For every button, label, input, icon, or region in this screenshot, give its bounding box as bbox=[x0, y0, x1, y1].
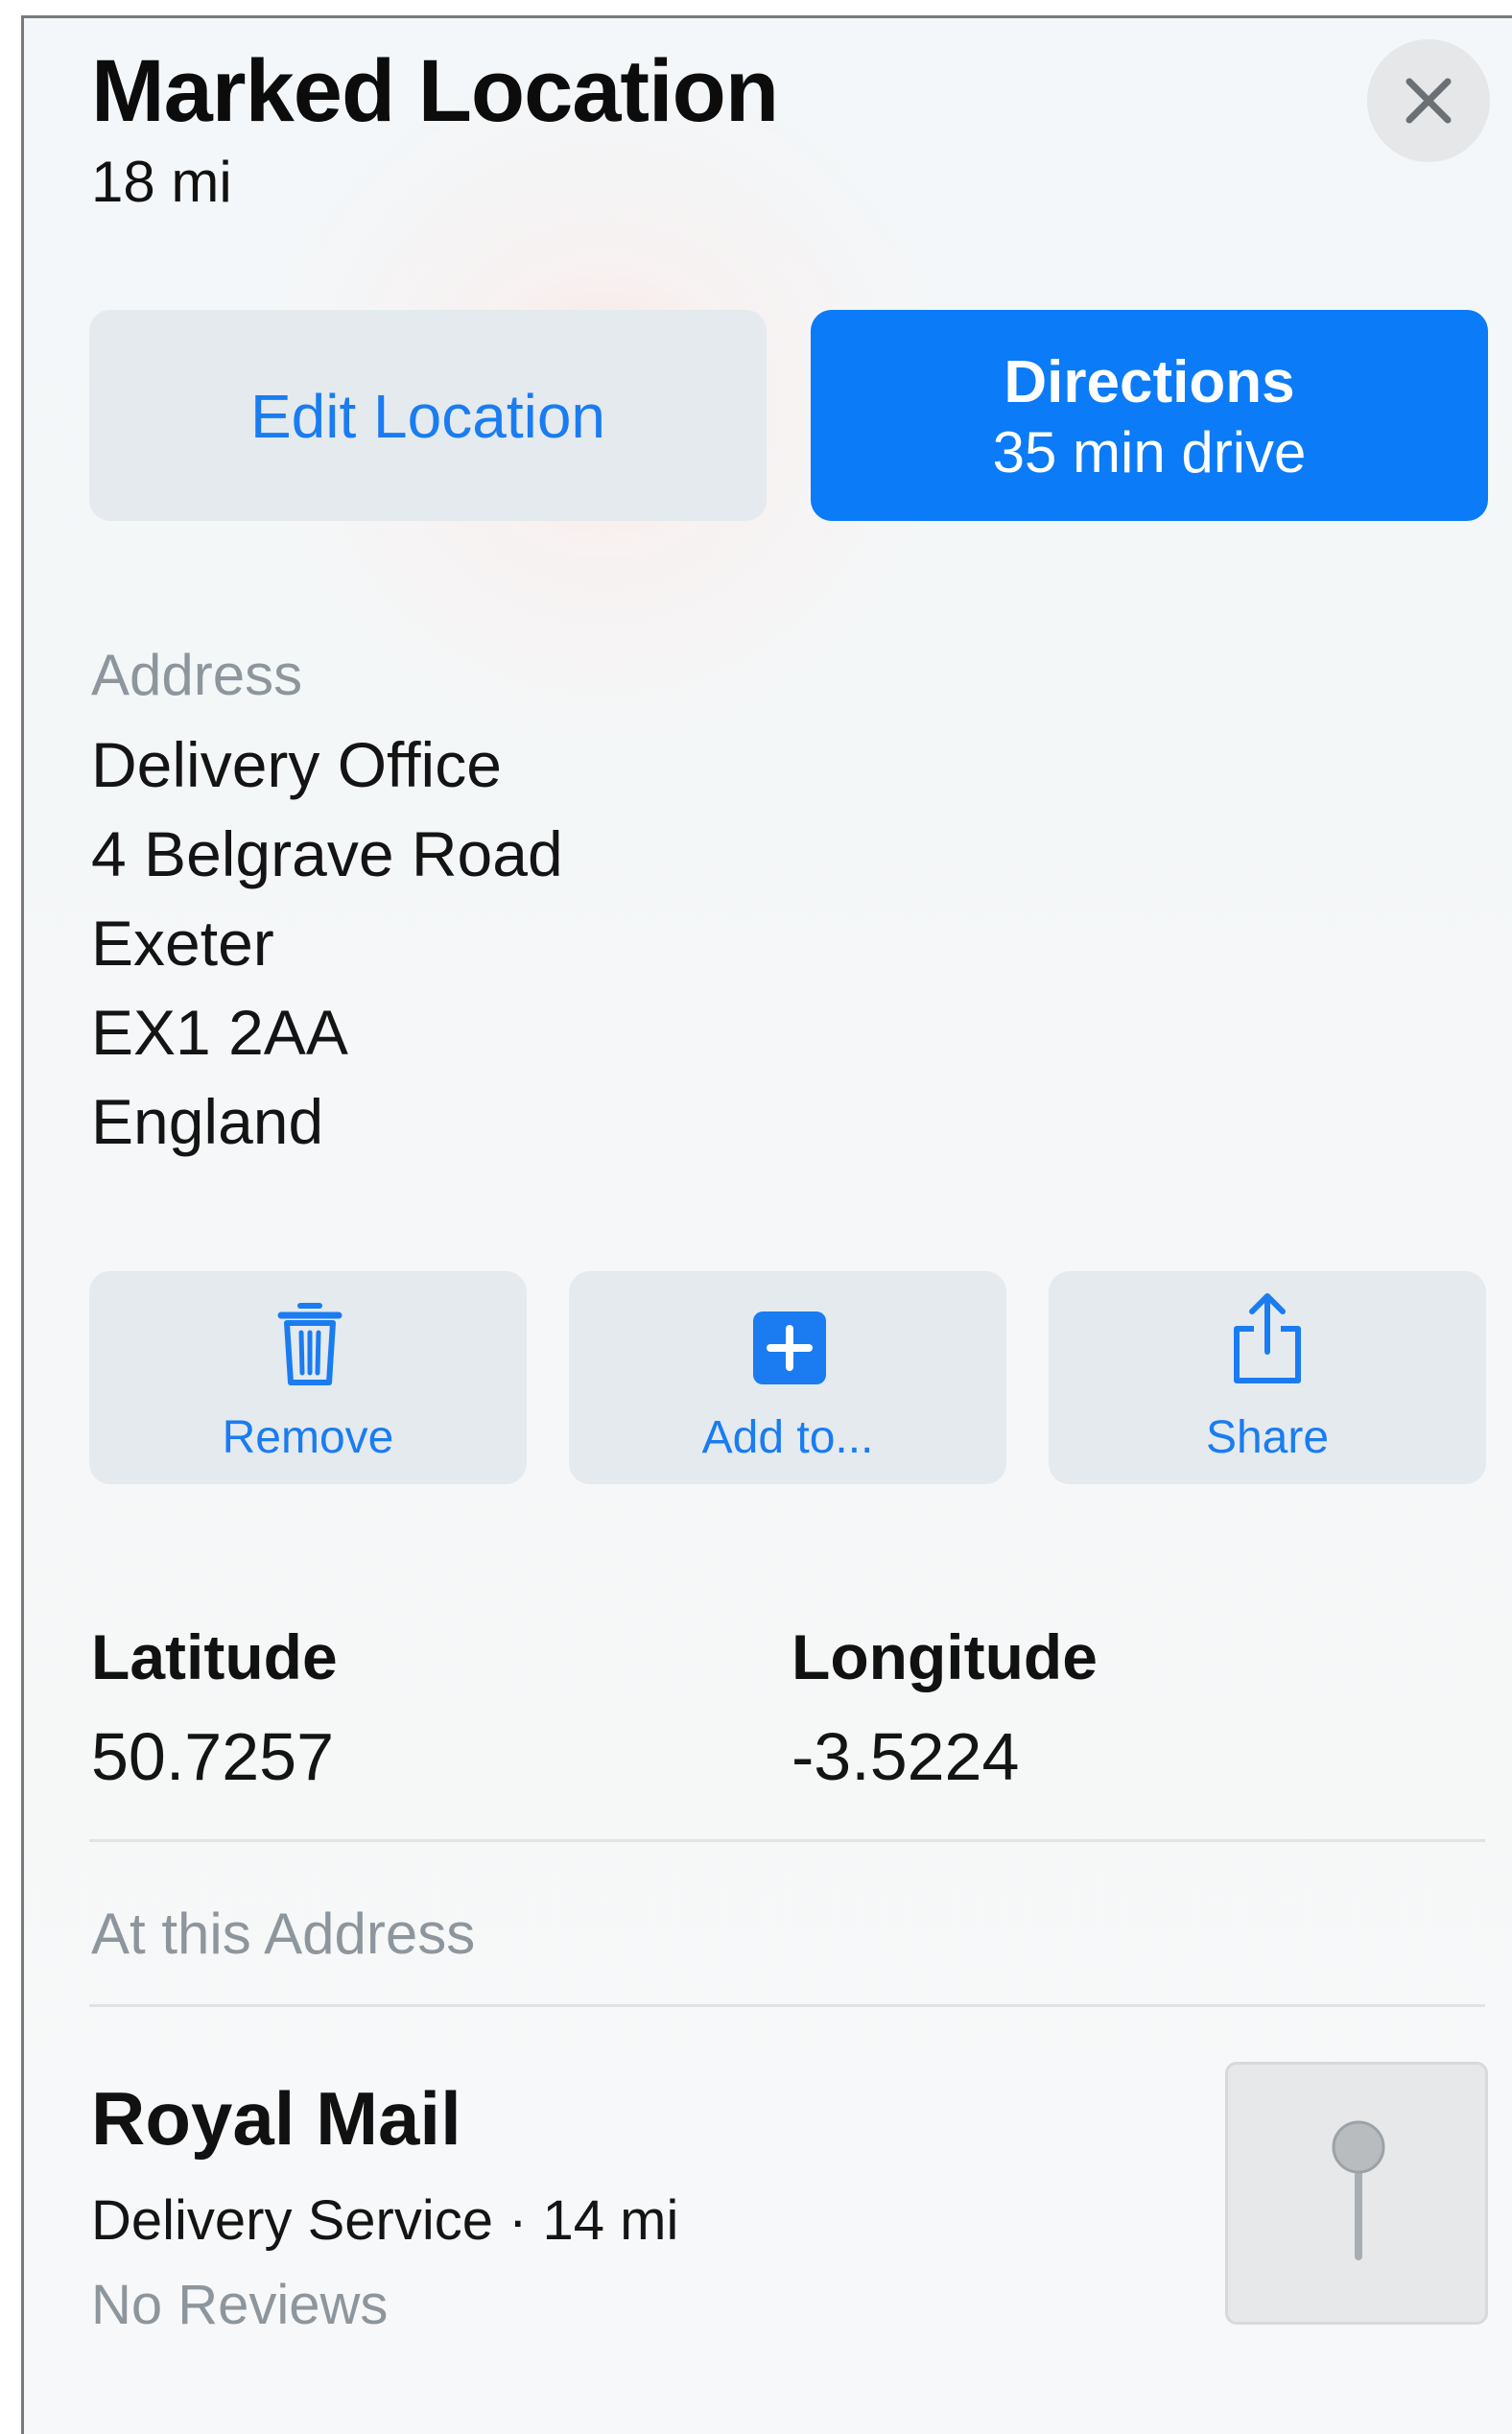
address-line: England bbox=[91, 1086, 324, 1157]
place-title: Marked Location bbox=[91, 42, 779, 140]
frame: Marked Location 18 mi Edit Location Dire… bbox=[0, 0, 1512, 2434]
trash-icon bbox=[277, 1303, 343, 1385]
divider bbox=[89, 2004, 1485, 2007]
place-card: Marked Location 18 mi Edit Location Dire… bbox=[21, 15, 1512, 2434]
poi-category-distance: Delivery Service · 14 mi bbox=[91, 2189, 679, 2252]
place-distance: 18 mi bbox=[91, 150, 232, 214]
add-to-button[interactable]: Add to... bbox=[569, 1271, 1006, 1484]
add-to-label: Add to... bbox=[701, 1412, 874, 1463]
poi-thumbnail[interactable] bbox=[1225, 2062, 1488, 2325]
poi-name[interactable]: Royal Mail bbox=[91, 2075, 461, 2162]
remove-button[interactable]: Remove bbox=[89, 1271, 527, 1484]
longitude-value: -3.5224 bbox=[791, 1719, 1020, 1794]
share-label: Share bbox=[1205, 1412, 1330, 1463]
divider bbox=[89, 1839, 1485, 1842]
edit-location-label: Edit Location bbox=[249, 382, 606, 451]
address-line: Delivery Office bbox=[91, 729, 502, 800]
edit-location-button[interactable]: Edit Location bbox=[89, 310, 767, 521]
share-icon bbox=[1234, 1293, 1301, 1383]
latitude-value: 50.7257 bbox=[91, 1719, 335, 1794]
address-line: 4 Belgrave Road bbox=[91, 818, 563, 889]
map-pin-icon bbox=[1332, 2120, 1385, 2260]
directions-button[interactable]: Directions 35 min drive bbox=[811, 310, 1488, 521]
close-button[interactable] bbox=[1367, 39, 1490, 162]
address-heading: Address bbox=[91, 643, 303, 707]
plus-square-icon bbox=[753, 1312, 826, 1384]
longitude-heading: Longitude bbox=[791, 1621, 1098, 1692]
directions-label: Directions bbox=[1004, 349, 1295, 415]
drive-time: 35 min drive bbox=[992, 420, 1307, 484]
remove-label: Remove bbox=[222, 1412, 394, 1463]
latitude-heading: Latitude bbox=[91, 1621, 338, 1692]
address-line: EX1 2AA bbox=[91, 997, 348, 1068]
address-line: Exeter bbox=[91, 908, 274, 979]
at-address-heading: At this Address bbox=[91, 1902, 476, 1966]
share-button[interactable]: Share bbox=[1049, 1271, 1486, 1484]
poi-reviews: No Reviews bbox=[91, 2274, 389, 2336]
close-icon bbox=[1406, 78, 1452, 124]
